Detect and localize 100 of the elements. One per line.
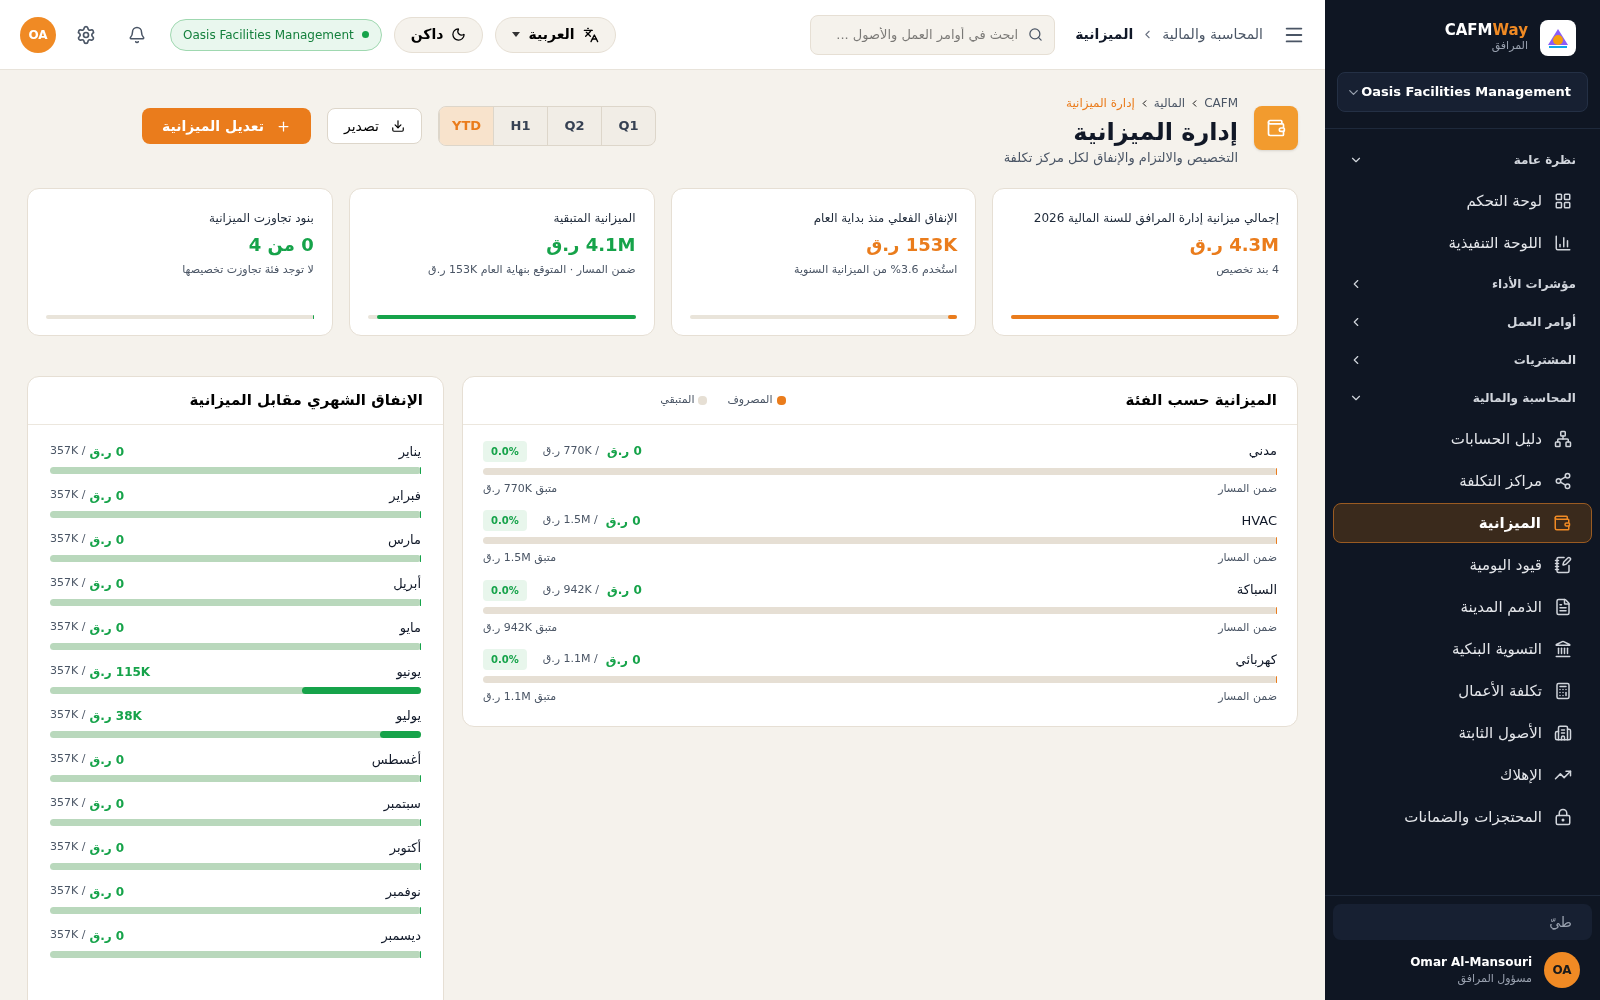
budget-amount: / 357K — [50, 707, 86, 724]
network-icon — [1554, 472, 1572, 490]
breadcrumb-link[interactable]: CAFM — [1204, 94, 1238, 112]
notification-bell-icon[interactable] — [128, 25, 146, 44]
panel-title: الميزانية حسب الفئة — [1125, 389, 1277, 411]
organization-select[interactable]: Oasis Facilities Management — [1337, 72, 1588, 112]
month-label: أغسطس — [371, 750, 421, 770]
percent-badge: 0.0% — [483, 579, 527, 601]
legend-label: المصروف — [727, 391, 773, 408]
kpi-value: 0 من 4 — [247, 232, 314, 258]
month-label: سبتمبر — [383, 794, 421, 814]
collapse-button[interactable]: طيّ — [1333, 904, 1592, 940]
nav-item[interactable]: التسوية البنكية — [1333, 629, 1592, 669]
nav-item[interactable]: دليل الحسابات — [1333, 419, 1592, 459]
kpi-note: 4 بند تخصيص — [1215, 261, 1279, 278]
month-label: أبريل — [393, 574, 421, 594]
breadcrumb-link[interactable]: المحاسبة والمالية — [1162, 24, 1263, 45]
brand-subtitle: المرافق — [1490, 38, 1528, 54]
category-name: كهربائي — [1235, 650, 1277, 670]
search-icon — [1028, 26, 1044, 42]
nav-item[interactable]: مراكز التكلفة — [1333, 461, 1592, 501]
spent-amount: 0 ر.ق — [605, 651, 641, 669]
nav-item[interactable]: الإهلاك — [1333, 755, 1592, 795]
nav-item[interactable]: الذمم المدينة — [1333, 587, 1592, 627]
nav-item[interactable]: لوحة التحكم — [1333, 181, 1592, 221]
nav-item[interactable]: تكلفة الأعمال — [1333, 671, 1592, 711]
budget-amount: / 357K — [50, 487, 86, 504]
wallet-icon — [1254, 106, 1298, 150]
export-button[interactable]: تصدير — [327, 108, 422, 144]
notes-icon — [1554, 556, 1572, 574]
user-avatar[interactable]: OA — [1544, 952, 1580, 988]
lock-icon — [1554, 808, 1572, 826]
nav-section-header[interactable]: المشتريات — [1333, 341, 1592, 379]
grid-icon — [1554, 192, 1572, 210]
month-label: ديسمبر — [381, 926, 421, 946]
kpi-label: الإنفاق الفعلي منذ بداية العام — [812, 209, 958, 227]
nav-item[interactable]: الأصول الثابتة — [1333, 713, 1592, 753]
period-tab[interactable]: Q1 — [601, 107, 655, 145]
budget-amount: / 357K — [50, 751, 86, 768]
spent-amount: 0 ر.ق — [89, 619, 125, 637]
hierarchy-icon — [1554, 430, 1572, 448]
caret-down-icon — [512, 32, 521, 37]
nav-section-header[interactable]: مؤشرات الأداء — [1333, 265, 1592, 303]
month-label: يونيو — [396, 662, 421, 682]
kpi-label: بنود تجاوزت الميزانية — [208, 209, 314, 227]
breadcrumb-link[interactable]: المالية — [1153, 94, 1186, 112]
wallet-icon — [1553, 514, 1571, 532]
spent-amount: 0 ر.ق — [89, 883, 125, 901]
organization-badge: Oasis Facilities Management — [170, 18, 382, 51]
nav-item[interactable]: قيود اليومية — [1333, 545, 1592, 585]
language-dropdown[interactable]: العربية — [495, 16, 616, 53]
bank-icon — [1554, 640, 1572, 658]
kpi-value: 4.3M ر.ق — [1188, 232, 1279, 257]
budget-amount: / 1.1M ر.ق — [542, 651, 598, 668]
percent-badge: 0.0% — [483, 649, 527, 670]
nav-section-header[interactable]: المحاسبة والمالية — [1333, 379, 1592, 417]
legend-label: المتبقي — [660, 391, 695, 408]
user-role: مسؤول المرافق — [1456, 970, 1532, 987]
month-label: يوليو — [396, 706, 421, 726]
logo-icon — [1540, 20, 1576, 56]
kpi-note: ضمن المسار · المتوقع بنهاية العام 153K ر.ق — [427, 261, 636, 278]
budget-amount: / 357K — [50, 619, 86, 636]
theme-toggle[interactable]: داكن — [393, 16, 484, 53]
status-label: ضمن المسار — [1218, 550, 1277, 566]
status-label: ضمن المسار — [1218, 689, 1277, 705]
brand-name: CAFMWay — [1444, 21, 1528, 38]
month-label: يناير — [398, 442, 421, 462]
spent-amount: 0 ر.ق — [89, 443, 125, 461]
nav-item[interactable]: المحتجزات والضمانات — [1333, 797, 1592, 837]
nav-section-header[interactable]: نظرة عامة — [1333, 141, 1592, 179]
kpi-note: لا توجد فئة تجاوزت تخصيصها — [181, 261, 314, 278]
remaining-amount: متبق 942K ر.ق — [483, 619, 558, 636]
nav-section-header[interactable]: أوامر العمل — [1333, 303, 1592, 341]
budget-amount: / 357K — [50, 839, 86, 856]
spent-amount: 115K ر.ق — [89, 663, 151, 681]
spent-amount: 0 ر.ق — [89, 751, 125, 769]
spent-amount: 0 ر.ق — [89, 531, 125, 549]
percent-badge: 0.0% — [483, 510, 527, 531]
spent-amount: 0 ر.ق — [89, 839, 125, 857]
breadcrumb-current: إدارة الميزانية — [1066, 95, 1135, 112]
budget-amount: / 357K — [50, 575, 86, 592]
spent-amount: 0 ر.ق — [89, 795, 125, 813]
budget-amount: / 942K ر.ق — [542, 581, 599, 598]
spent-amount: 0 ر.ق — [605, 512, 641, 530]
status-label: ضمن المسار — [1218, 619, 1277, 636]
calculator-icon — [1554, 682, 1572, 700]
translate-icon — [582, 26, 599, 43]
month-label: فبراير — [389, 486, 421, 506]
budget-amount: / 357K — [50, 795, 86, 812]
period-tab[interactable]: Q2 — [547, 107, 601, 145]
kpi-label: إجمالي ميزانية إدارة المرافق للسنة المالية 2026 — [1032, 209, 1279, 227]
budget-amount: / 1.5M ر.ق — [542, 512, 598, 529]
month-label: نوفمبر — [385, 882, 421, 902]
kpi-label: الميزانية المتبقية — [552, 209, 636, 227]
budget-amount: / 357K — [50, 443, 86, 460]
spent-amount: 0 ر.ق — [607, 582, 642, 599]
nav-item[interactable]: الميزانية — [1333, 503, 1592, 543]
settings-icon[interactable] — [76, 24, 96, 45]
user-name: Omar Al-Mansouri — [1410, 953, 1532, 971]
nav-item[interactable]: اللوحة التنفيذية — [1333, 223, 1592, 263]
